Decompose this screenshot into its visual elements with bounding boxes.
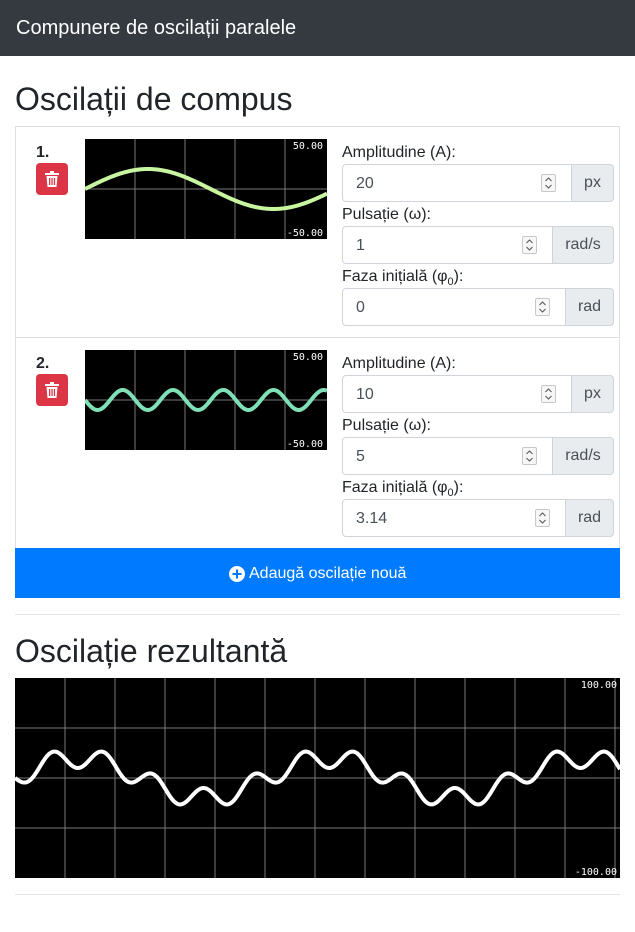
amplitude-unit: px: [572, 164, 614, 202]
oscillator-card-1: 1. 50.00 -50.00 Amplitudine (A): 20 px P…: [15, 126, 620, 338]
oscillator-card-2: 2. 50.00 -50.00 Amplitudine (A): 10 px P…: [15, 337, 620, 549]
add-oscillation-label: Adaugă oscilație nouă: [249, 565, 407, 582]
components-heading: Oscilații de compus: [15, 81, 293, 117]
phase-unit: rad: [566, 499, 614, 537]
amplitude-label: Amplitudine (A):: [342, 144, 456, 161]
grid-lines: [15, 678, 620, 878]
omega-label: Pulsație (ω):: [342, 206, 431, 223]
phase-input[interactable]: 0: [342, 288, 566, 326]
spinner-icon[interactable]: [541, 174, 556, 192]
amplitude-input[interactable]: 10: [342, 375, 572, 413]
result-scale-max-label: 100.00: [581, 680, 617, 691]
omega-label: Pulsație (ω):: [342, 417, 431, 434]
scale-min-label: -50.00: [287, 228, 323, 239]
amplitude-label: Amplitudine (A):: [342, 355, 456, 372]
grid-lines: [85, 350, 327, 450]
result-scale-min-label: -100.00: [575, 867, 617, 878]
oscillation-preview-canvas: 50.00 -50.00: [85, 139, 327, 239]
spinner-icon[interactable]: [522, 447, 537, 465]
scale-min-label: -50.00: [287, 439, 323, 450]
spinner-icon[interactable]: [535, 509, 550, 527]
amplitude-input[interactable]: 20: [342, 164, 572, 202]
navbar: Compunere de oscilații paralele: [0, 0, 635, 56]
navbar-brand[interactable]: Compunere de oscilații paralele: [16, 17, 296, 39]
omega-unit: rad/s: [553, 226, 614, 264]
omega-input[interactable]: 5: [342, 437, 553, 475]
scale-max-label: 50.00: [293, 352, 323, 363]
oscillator-index: 1.: [36, 144, 50, 161]
add-oscillation-button[interactable]: Adaugă oscilație nouă: [15, 548, 620, 598]
oscillator-index: 2.: [36, 355, 50, 372]
omega-unit: rad/s: [553, 437, 614, 475]
phase-unit: rad: [566, 288, 614, 326]
oscillation-preview-canvas: 50.00 -50.00: [85, 350, 327, 450]
delete-oscillator-button[interactable]: [36, 374, 68, 406]
plus-circle-icon: [229, 566, 245, 582]
trash-icon: [45, 382, 59, 398]
omega-input[interactable]: 1: [342, 226, 553, 264]
grid-lines: [85, 139, 327, 239]
scale-max-label: 50.00: [293, 141, 323, 152]
spinner-icon[interactable]: [541, 385, 556, 403]
trash-icon: [45, 171, 59, 187]
divider: [15, 614, 620, 615]
phase-input[interactable]: 3.14: [342, 499, 566, 537]
spinner-icon[interactable]: [535, 298, 550, 316]
result-heading: Oscilație rezultantă: [15, 633, 288, 669]
result-oscillation-canvas: 100.00 -100.00: [15, 678, 620, 878]
amplitude-unit: px: [572, 375, 614, 413]
divider: [15, 894, 620, 895]
delete-oscillator-button[interactable]: [36, 163, 68, 195]
spinner-icon[interactable]: [522, 236, 537, 254]
